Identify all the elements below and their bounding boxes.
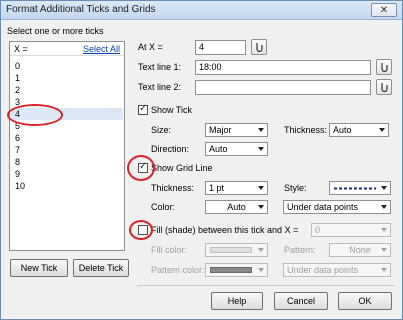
chevron-down-icon [258, 147, 264, 151]
at-x-label: At X = [138, 42, 163, 52]
chevron-down-icon [379, 128, 385, 132]
highlight-circle-grid [127, 155, 155, 181]
fill-between-label: Fill (shade) between this tick and X = [151, 225, 299, 235]
tick-list-header: X = Select All [10, 42, 124, 56]
tick-item[interactable]: 1 [15, 72, 20, 84]
show-grid-line-label: Show Grid Line [151, 163, 213, 173]
highlight-circle-fill [129, 220, 153, 240]
chevron-down-icon [381, 248, 387, 252]
grid-thickness-value: 1 pt [209, 183, 225, 193]
chevron-down-icon [258, 248, 264, 252]
pattern-label: Pattern: [284, 245, 316, 255]
chevron-down-icon [381, 268, 387, 272]
link-icon[interactable] [251, 39, 267, 55]
fill-color-swatch [210, 247, 252, 253]
title-bar[interactable]: Format Additional Ticks and Grids ✕ [1, 1, 402, 20]
close-button[interactable]: ✕ [371, 3, 397, 17]
direction-select[interactable]: Auto [205, 142, 268, 156]
fill-to-value: 0 [315, 225, 321, 235]
fill-to-select[interactable]: 0 [311, 223, 391, 237]
style-label: Style: [284, 183, 307, 193]
show-tick-checkbox[interactable] [138, 103, 148, 115]
dialog-window: Format Additional Ticks and Grids ✕ Sele… [0, 0, 403, 320]
chevron-down-icon [381, 205, 387, 209]
tick-item[interactable]: 10 [15, 180, 25, 192]
grid-thickness-label: Thickness: [151, 183, 195, 193]
help-button[interactable]: Help [211, 292, 263, 310]
direction-label: Direction: [151, 144, 190, 154]
tick-item[interactable]: 8 [15, 156, 20, 168]
layer-value: Under data points [287, 202, 359, 212]
chevron-down-icon [258, 128, 264, 132]
dashed-line-swatch [334, 187, 376, 190]
grid-thickness-select[interactable]: 1 pt [205, 181, 268, 195]
tick-list-header-label: X = [14, 44, 28, 54]
tick-item[interactable]: 0 [15, 60, 20, 72]
chevron-down-icon [381, 186, 387, 190]
tick-thickness-select[interactable]: Auto [329, 123, 389, 137]
style-select[interactable] [329, 181, 391, 195]
fill-layer-value: Under data points [287, 265, 359, 275]
direction-value: Auto [209, 144, 228, 154]
size-value: Major [209, 125, 232, 135]
tick-item[interactable]: 7 [15, 144, 20, 156]
tick-item[interactable]: 9 [15, 168, 20, 180]
link-icon[interactable] [376, 79, 392, 95]
chevron-down-icon [258, 205, 264, 209]
fill-color-label: Fill color: [151, 245, 188, 255]
text-line-2-input[interactable] [195, 80, 371, 95]
pattern-color-swatch [210, 267, 252, 273]
pattern-color-label: Pattern color: [151, 265, 205, 275]
chevron-down-icon [381, 228, 387, 232]
text-line-1-label: Text line 1: [138, 62, 182, 72]
layer-select[interactable]: Under data points [283, 200, 391, 214]
text-line-1-input[interactable]: 18:00 [195, 60, 371, 75]
dialog-title: Format Additional Ticks and Grids [6, 4, 156, 15]
color-label: Color: [151, 202, 176, 212]
tick-list[interactable]: X = Select All 0 1 2 3 4 5 6 7 8 9 10 [9, 41, 125, 251]
pattern-color-select[interactable] [205, 263, 268, 277]
size-label: Size: [151, 125, 172, 135]
tick-thickness-value: Auto [333, 125, 352, 135]
select-all-link[interactable]: Select All [83, 44, 120, 54]
tick-thickness-label: Thickness: [284, 125, 328, 135]
cancel-button[interactable]: Cancel [274, 292, 328, 310]
pattern-value: None [349, 245, 371, 255]
select-ticks-caption: Select one or more ticks [7, 26, 104, 36]
tick-item[interactable]: 2 [15, 84, 20, 96]
fill-color-select[interactable] [205, 243, 268, 257]
divider [137, 285, 395, 286]
color-select[interactable]: Auto [205, 200, 268, 214]
tick-item[interactable]: 6 [15, 132, 20, 144]
chevron-down-icon [258, 268, 264, 272]
color-value: Auto [227, 202, 246, 212]
at-x-input[interactable]: 4 [195, 40, 246, 55]
text-line-2-label: Text line 2: [138, 82, 182, 92]
ok-button[interactable]: OK [338, 292, 392, 310]
highlight-circle-tick [7, 104, 63, 126]
pattern-select[interactable]: None [329, 243, 391, 257]
new-tick-button[interactable]: New Tick [10, 259, 68, 277]
show-tick-label: Show Tick [151, 105, 193, 115]
size-select[interactable]: Major [205, 123, 268, 137]
link-icon[interactable] [376, 59, 392, 75]
fill-layer-select[interactable]: Under data points [283, 263, 391, 277]
chevron-down-icon [258, 186, 264, 190]
delete-tick-button[interactable]: Delete Tick [73, 259, 129, 277]
